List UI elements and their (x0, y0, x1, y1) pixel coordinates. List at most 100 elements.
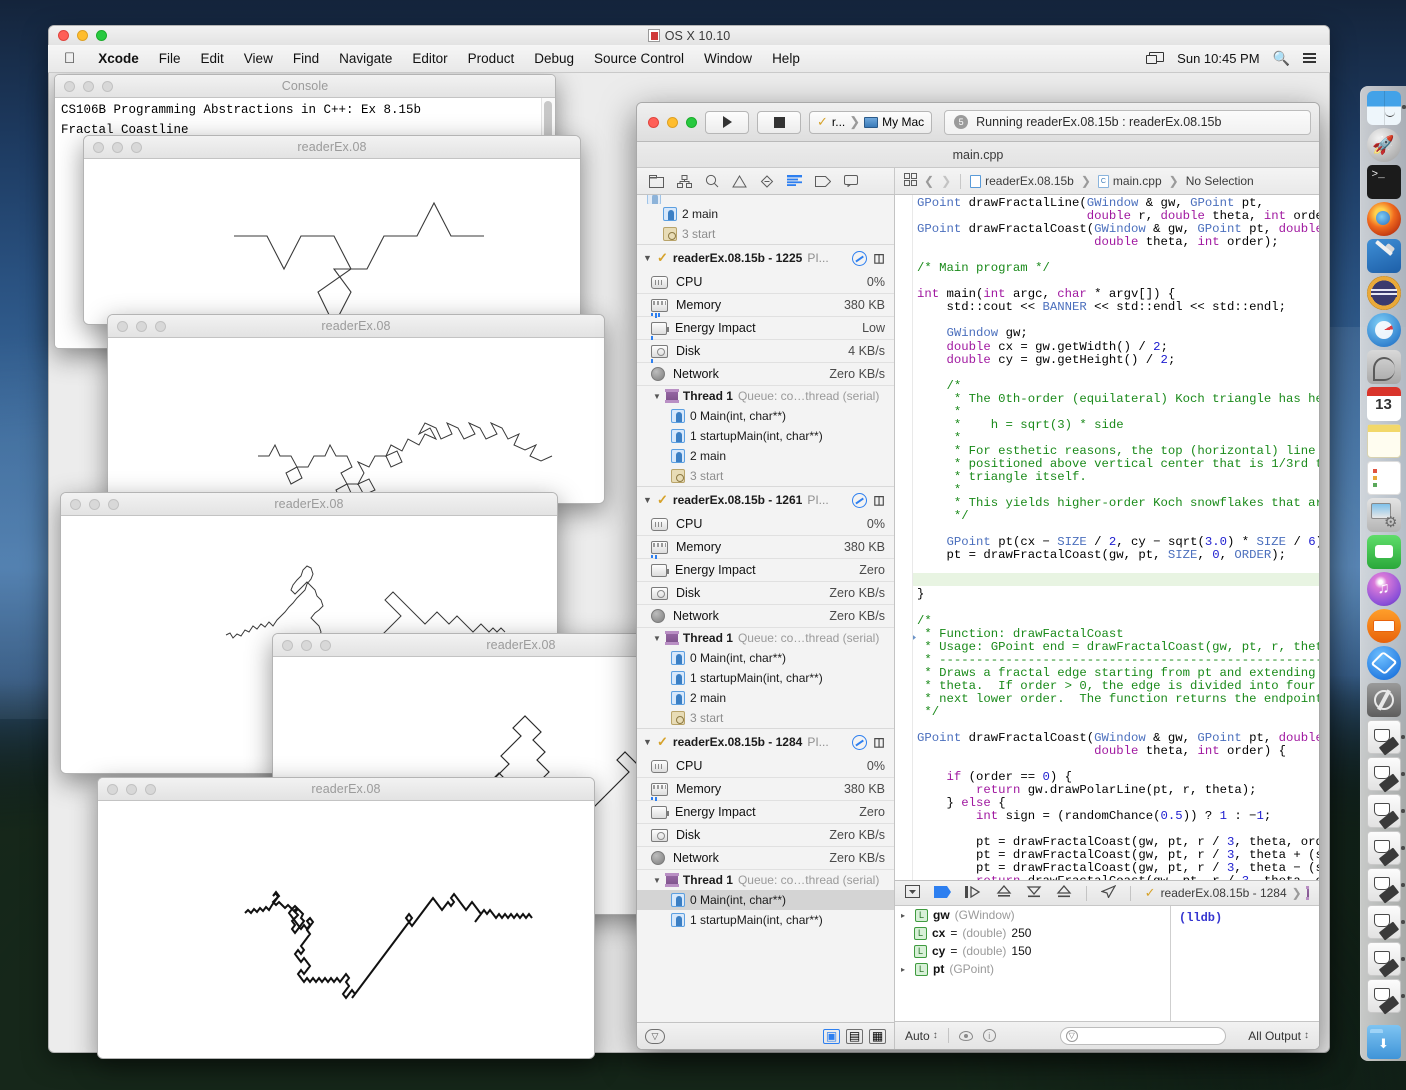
code-area[interactable]: GPoint drawFractalLine(GWindow & gw, GPo… (913, 195, 1319, 880)
variable-row[interactable]: ▸ L pt (GPoint) (895, 960, 1170, 978)
stack-frame-row[interactable]: 2 main (637, 688, 894, 708)
disclosure-triangle-icon[interactable]: ▼ (643, 495, 652, 505)
split-view-icon[interactable]: ◫ (872, 493, 886, 507)
dock-item-java-app-icon[interactable] (1366, 757, 1405, 791)
console-window-controls[interactable] (55, 80, 113, 92)
dock-item-firefox-icon[interactable] (1366, 202, 1401, 236)
scheme-selector[interactable]: ✓ r... ❯ My Mac (809, 110, 933, 134)
close-button[interactable] (648, 116, 659, 128)
menu-item-view[interactable]: View (234, 51, 283, 66)
split-view-icon[interactable]: ◫ (872, 251, 886, 265)
thread-header[interactable]: ▼ Thread 1 Queue: co…thread (serial) (637, 386, 894, 406)
menu-item-editor[interactable]: Editor (402, 51, 457, 66)
stack-frame-row[interactable]: 3 start (637, 708, 894, 728)
stack-frame-row[interactable]: 3 start (637, 466, 894, 486)
variables-filter-input[interactable]: ▽ (1059, 1026, 1226, 1045)
dock-item-app-store-icon[interactable] (1366, 646, 1401, 680)
continue-icon[interactable] (934, 885, 951, 901)
search-icon[interactable] (705, 174, 719, 188)
menu-item-source-control[interactable]: Source Control (584, 51, 694, 66)
dock-item-finder-icon[interactable] (1366, 91, 1406, 125)
disclosure-triangle-icon[interactable]: ▼ (643, 737, 652, 747)
related-items-icon[interactable] (904, 173, 917, 189)
dock[interactable] (1360, 86, 1406, 1061)
dock-item-terminal-icon[interactable] (1366, 165, 1401, 199)
stack-frame-row[interactable]: 0 Main(int, char**) (637, 648, 894, 668)
maximize-button[interactable] (108, 498, 119, 510)
vm-window-controls[interactable] (49, 30, 107, 41)
stack-frame-row[interactable]: 1 startupMain(int, char**) (637, 426, 894, 446)
menu-bar-clock[interactable]: Sun 10:45 PM (1177, 51, 1259, 66)
dock-item-system-preferences-icon[interactable] (1366, 498, 1401, 532)
stat-row-network[interactable]: Network Zero KB/s (637, 605, 894, 628)
search-icon[interactable]: 🔍 (1273, 50, 1290, 67)
back-button[interactable]: ❮ (924, 174, 934, 188)
stat-row-cpu[interactable]: CPU 0% (637, 513, 894, 536)
view-process-icon[interactable]: ▣ (823, 1028, 840, 1044)
minimize-button[interactable] (112, 141, 123, 153)
disclosure-triangle-icon[interactable]: ▸ (901, 911, 910, 920)
debug-navigator-footer[interactable]: ▽ ▣ ▤ ▦ (637, 1022, 894, 1049)
minimize-button[interactable] (301, 639, 312, 651)
fractal-titlebar[interactable]: readerEx.08 (84, 136, 580, 159)
variables-view[interactable]: ▸ L gw (GWindow) L cx = (double) 250 L c… (895, 906, 1171, 1021)
stat-row-cpu[interactable]: CPU 0% (637, 755, 894, 778)
location-simulate-icon[interactable] (1100, 884, 1117, 901)
menu-item-xcode[interactable]: Xcode (88, 51, 149, 66)
warning-icon[interactable] (732, 174, 747, 188)
menu-bar[interactable]:  Xcode File Edit View Find Navigate Edi… (48, 45, 1330, 73)
stack-frame-row[interactable]: 0 Main(int, char**) (637, 406, 894, 426)
window-controls[interactable] (84, 141, 142, 153)
dock-item-java-app-icon[interactable] (1366, 979, 1405, 1013)
dock-item-java-app-icon[interactable] (1366, 868, 1405, 902)
debug-console[interactable]: (lldb) (1171, 906, 1319, 1021)
stack-frame-row-selected[interactable]: 0 Main(int, char**) (637, 890, 894, 910)
menu-item-navigate[interactable]: Navigate (329, 51, 402, 66)
stack-frame-row[interactable]: 1 startupMain(int, char**) (637, 910, 894, 930)
dock-item-itunes-icon[interactable] (1366, 572, 1401, 606)
dock-item-calendar-icon[interactable] (1366, 387, 1401, 421)
fractal-titlebar[interactable]: readerEx.08 (108, 315, 604, 338)
dock-item-instruments-icon[interactable] (1366, 350, 1401, 384)
disclosure-triangle-icon[interactable]: ▸ (901, 965, 910, 974)
stat-row-disk[interactable]: Disk 4 KB/s (637, 340, 894, 363)
stat-row-memory[interactable]: Memory 380 KB (637, 778, 894, 801)
stat-row-disk[interactable]: Disk Zero KB/s (637, 824, 894, 847)
fractal-window-2[interactable]: readerEx.08 (107, 314, 605, 504)
step-out-of-icon[interactable] (1056, 885, 1072, 901)
debug-icon[interactable] (787, 175, 802, 187)
fractal-titlebar[interactable]: readerEx.08 (61, 493, 557, 516)
code-text[interactable]: GPoint drawFractalLine(GWindow & gw, GPo… (913, 195, 1319, 880)
close-button[interactable] (58, 30, 69, 41)
step-over-icon[interactable] (965, 885, 982, 901)
dock-item-downloads-folder-icon[interactable] (1366, 1025, 1401, 1059)
output-filter-popup[interactable]: All Output ↕ (1248, 1029, 1309, 1043)
maximize-button[interactable] (686, 116, 697, 128)
dock-item-java-app-icon[interactable] (1366, 905, 1405, 939)
minimize-button[interactable] (83, 80, 94, 92)
folder-icon[interactable] (649, 174, 664, 188)
close-button[interactable] (282, 639, 293, 651)
breadcrumb-project[interactable]: readerEx.08.15b (970, 174, 1074, 188)
maximize-button[interactable] (102, 80, 113, 92)
window-controls[interactable] (61, 498, 119, 510)
minimize-button[interactable] (89, 498, 100, 510)
window-controls[interactable] (273, 639, 331, 651)
stop-button[interactable] (757, 110, 801, 134)
dock-item-safari-icon[interactable] (1366, 313, 1401, 347)
maximize-button[interactable] (96, 30, 107, 41)
dock-item-notes-icon[interactable] (1366, 424, 1401, 458)
dock-item-textmate-icon[interactable] (1366, 276, 1401, 310)
stat-row-memory[interactable]: Memory 380 KB (637, 294, 894, 318)
list-item[interactable]: 2 main (637, 204, 894, 224)
maximize-button[interactable] (145, 783, 156, 795)
minimize-button[interactable] (126, 783, 137, 795)
debug-navigator[interactable]: 2 main 3 start ▼ ✓ readerEx.08.15b - 122… (637, 195, 895, 1049)
debug-toolbar[interactable]: ✓ readerEx.08.15b - 1284 ❯ Thr (895, 880, 1319, 906)
menu-item-file[interactable]: File (149, 51, 191, 66)
airplay-display-icon[interactable] (1146, 52, 1165, 65)
list-item[interactable]: 3 start (637, 224, 894, 244)
window-controls[interactable] (98, 783, 156, 795)
stack-frame-row[interactable]: 1 startupMain(int, char**) (637, 668, 894, 688)
process-group-1284[interactable]: ▼ ✓ readerEx.08.15b - 1284 PI... ◫ CPU 0… (637, 728, 894, 930)
